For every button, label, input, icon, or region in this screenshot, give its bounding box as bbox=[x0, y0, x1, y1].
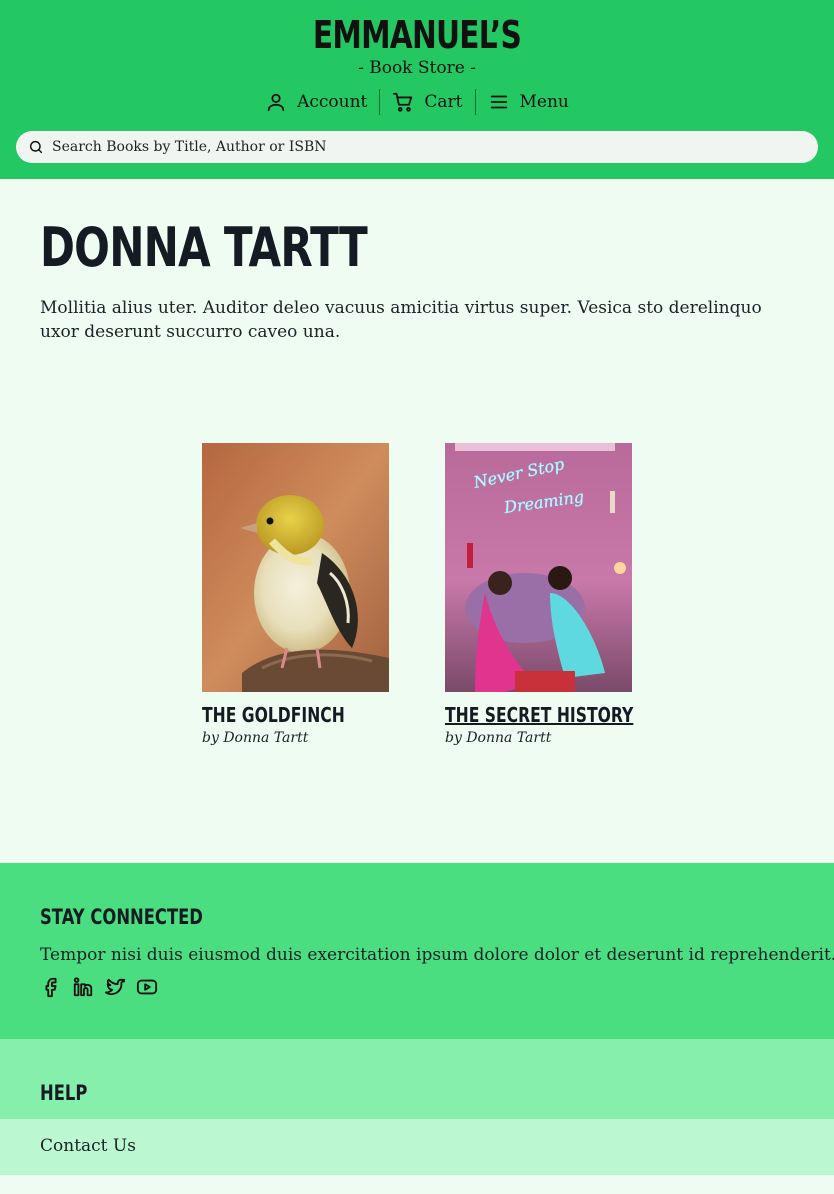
youtube-icon[interactable] bbox=[136, 976, 158, 998]
author-description: Mollitia alius uter. Auditor deleo vacuu… bbox=[40, 298, 762, 342]
cart-link[interactable]: Cart bbox=[380, 88, 474, 116]
linkedin-icon[interactable] bbox=[72, 976, 94, 998]
cart-icon bbox=[393, 92, 413, 112]
book-title[interactable]: THE SECRET HISTORY bbox=[445, 702, 633, 728]
contact-us-link[interactable]: Contact Us bbox=[40, 1136, 136, 1156]
brand-subtitle: - Book Store - bbox=[358, 58, 476, 78]
menu-icon bbox=[490, 95, 507, 109]
account-link[interactable]: Account bbox=[253, 88, 379, 116]
book-cover-secret-history[interactable]: Never Stop Dreaming bbox=[445, 443, 632, 692]
help-heading: HELP bbox=[40, 1081, 88, 1105]
menu-button[interactable]: Menu bbox=[476, 88, 581, 116]
stay-connected-text: Tempor nisi duis eiusmod duis exercitati… bbox=[40, 945, 834, 965]
header-nav: Account Cart Menu bbox=[0, 88, 834, 116]
contact-row[interactable]: Contact Us bbox=[0, 1119, 834, 1175]
search-input[interactable] bbox=[52, 139, 792, 155]
help-section: HELP bbox=[0, 1039, 834, 1119]
social-links bbox=[40, 976, 158, 998]
cart-label: Cart bbox=[424, 92, 463, 112]
search-bar[interactable] bbox=[16, 131, 818, 163]
account-label: Account bbox=[297, 92, 368, 112]
stay-connected-heading: STAY CONNECTED bbox=[40, 905, 203, 929]
book-byline: by Donna Tartt bbox=[202, 730, 309, 746]
twitter-icon[interactable] bbox=[104, 976, 126, 998]
brand[interactable]: EMMANUEL’S - Book Store - bbox=[0, 14, 834, 78]
menu-label: Menu bbox=[519, 92, 569, 112]
book-card[interactable]: THE GOLDFINCH by Donna Tartt bbox=[202, 443, 392, 746]
author-title: DONNA TARTT bbox=[40, 216, 368, 279]
user-icon bbox=[267, 93, 285, 112]
site-header: EMMANUEL’S - Book Store - Account Cart M… bbox=[0, 0, 834, 179]
brand-name[interactable]: EMMANUEL’S bbox=[92, 14, 743, 56]
stay-connected-section: STAY CONNECTED Tempor nisi duis eiusmod … bbox=[0, 863, 834, 1039]
facebook-icon[interactable] bbox=[40, 976, 62, 998]
book-title[interactable]: THE GOLDFINCH bbox=[202, 702, 350, 728]
search-icon bbox=[29, 140, 43, 154]
book-byline: by Donna Tartt bbox=[445, 730, 552, 746]
book-card[interactable]: Never Stop Dreaming THE SECRET HISTORY b… bbox=[445, 443, 635, 746]
book-cover-goldfinch[interactable] bbox=[202, 443, 389, 692]
